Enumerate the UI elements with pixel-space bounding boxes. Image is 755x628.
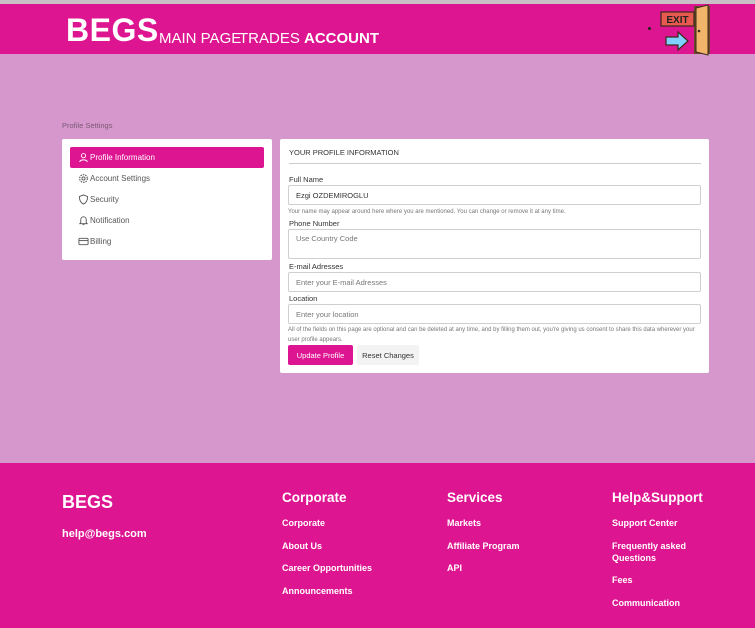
footer-link[interactable]: Career Opportunities	[282, 562, 372, 574]
footer-link[interactable]: Affiliate Program	[447, 540, 520, 552]
sidebar-item-label: Notification	[90, 216, 130, 225]
email-field[interactable]	[288, 272, 701, 292]
divider	[289, 163, 701, 164]
full-name-field[interactable]	[288, 185, 701, 205]
exit-button[interactable]: EXIT	[648, 4, 712, 58]
exit-door-icon: EXIT	[660, 4, 710, 56]
user-icon	[79, 153, 88, 163]
location-label: Location	[289, 294, 318, 303]
nav-main-page[interactable]: MAIN PAGE	[159, 30, 241, 47]
bell-icon	[78, 216, 89, 226]
footer-link[interactable]: Announcements	[282, 585, 372, 597]
footer-column-title: Corporate	[282, 490, 347, 505]
footer-link[interactable]: API	[447, 562, 520, 574]
full-name-label: Full Name	[289, 175, 324, 184]
footer-link[interactable]: Markets	[447, 517, 520, 529]
sidebar-item-label: Profile Information	[90, 153, 155, 162]
location-field[interactable]	[288, 304, 701, 324]
footer-column-help-support: Help&Support Support Center Frequently a…	[612, 490, 722, 619]
profile-panel: YOUR PROFILE INFORMATION Full Name Your …	[280, 139, 709, 373]
footer-email-link[interactable]: help@begs.com	[62, 528, 147, 540]
footer-link[interactable]: Support Center	[612, 517, 722, 529]
sidebar-item-notification[interactable]: Notification	[70, 210, 264, 231]
footer-link[interactable]: About Us	[282, 540, 372, 552]
footer-link[interactable]: Frequently asked Questions	[612, 540, 702, 564]
footer-link[interactable]: Corporate	[282, 517, 372, 529]
sidebar-item-profile-information[interactable]: Profile Information	[70, 147, 264, 168]
sidebar-item-security[interactable]: Security	[70, 189, 264, 210]
phone-label: Phone Number	[289, 219, 340, 228]
sidebar-item-label: Security	[90, 195, 119, 204]
header-bar: BEGS MAIN PAGE TRADES ACCOUNT EXIT	[0, 4, 755, 56]
credit-card-icon	[78, 237, 89, 246]
breadcrumb: Profile Settings	[62, 121, 113, 130]
sidebar-item-billing[interactable]: Billing	[70, 231, 264, 252]
phone-field[interactable]	[288, 229, 701, 259]
nav-account[interactable]: ACCOUNT	[304, 30, 379, 47]
full-name-help: Your name may appear around here where y…	[288, 209, 566, 215]
email-label: E-mail Adresses	[289, 262, 344, 271]
sidebar-item-label: Account Settings	[90, 174, 151, 183]
brand-logo[interactable]: BEGS	[66, 12, 159, 49]
footer-brand: BEGS	[62, 492, 114, 512]
consent-note: All of the fields on this page are optio…	[288, 327, 695, 343]
footer-column-services: Services Markets Affiliate Program API	[447, 490, 520, 585]
update-profile-button[interactable]: Update Profile	[288, 345, 353, 365]
exit-sign-text: EXIT	[666, 15, 688, 26]
panel-title: YOUR PROFILE INFORMATION	[289, 148, 399, 157]
gear-icon	[79, 174, 88, 183]
footer-column-corporate: Corporate Corporate About Us Career Oppo…	[282, 490, 372, 607]
reset-changes-button[interactable]: Reset Changes	[357, 345, 419, 365]
sidebar-item-label: Billing	[90, 237, 112, 246]
footer-column-title: Services	[447, 490, 503, 505]
settings-sidebar: Profile Information Account Settings Sec…	[62, 139, 272, 260]
footer: BEGS help@begs.com Corporate Corporate A…	[0, 463, 755, 628]
shield-icon	[78, 194, 89, 205]
sidebar-item-account-settings[interactable]: Account Settings	[70, 168, 264, 189]
footer-link[interactable]: Communication	[612, 597, 722, 609]
nav-trades[interactable]: TRADES	[239, 30, 300, 47]
footer-link[interactable]: Fees	[612, 574, 722, 586]
footer-column-title: Help&Support	[612, 490, 703, 505]
